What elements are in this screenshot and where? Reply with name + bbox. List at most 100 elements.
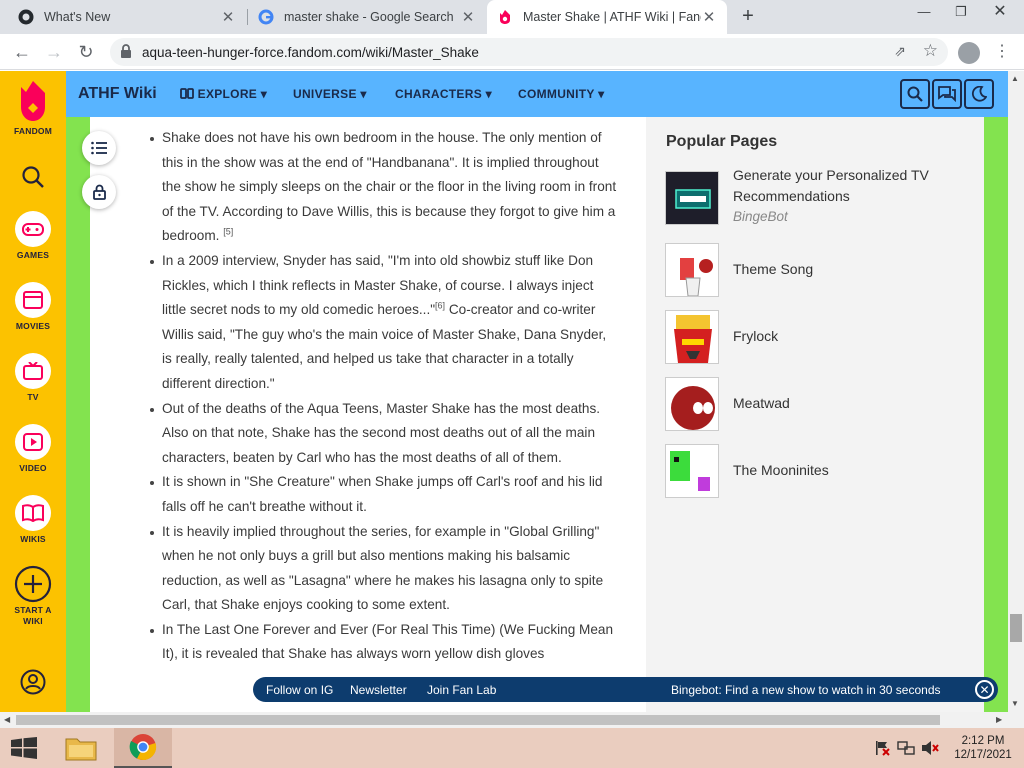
bingebot-promo-link[interactable]: Bingebot: Find a new show to watch in 30… [671,683,941,697]
trivia-item: It is shown in "She Creature" when Shake… [150,470,617,519]
fandom-sticky-bar: Follow on IG Newsletter Join Fan Lab Bin… [253,677,998,702]
popular-page-item[interactable]: Theme Song [665,243,965,297]
windows-logo-icon [11,737,37,759]
citation-link[interactable]: [5] [223,227,233,237]
gamepad-icon [22,223,44,236]
theme-toggle-button[interactable] [964,79,994,109]
tab-whats-new[interactable]: What's New ✕ [8,0,246,34]
horizontal-scrollbar[interactable]: ◀ ▶ [0,712,1024,728]
trivia-item: In The Last One Forever and Ever (For Re… [150,618,617,667]
scroll-up-icon[interactable]: ▲ [1011,74,1019,83]
rail-label: MOVIES [15,321,51,331]
new-tab-button[interactable]: + [736,5,760,29]
share-icon[interactable]: ⇗ [894,43,906,60]
vertical-scrollbar[interactable]: ▲ ▼ [1008,71,1024,712]
rail-video[interactable]: VIDEO [0,424,66,473]
bingebot-thumbnail [665,171,719,225]
rail-tv[interactable]: TV [0,353,66,402]
file-explorer-button[interactable] [58,728,104,768]
nav-characters[interactable]: CHARACTERS ▾ [395,87,492,101]
popular-page-item[interactable]: Frylock [665,310,965,364]
lock-icon[interactable] [120,44,132,59]
close-window-icon[interactable]: ✕ [983,0,1017,30]
search-button[interactable] [900,79,930,109]
close-tab-icon[interactable]: ✕ [701,8,717,26]
start-button[interactable] [0,728,48,768]
nav-community[interactable]: COMMUNITY ▾ [518,87,604,101]
page-viewport: FANDOM GAMES MOVIES TV VIDEO WIKIS START… [0,71,1024,712]
rail-wikis[interactable]: WIKIS [0,495,66,544]
volume-muted-icon[interactable] [920,728,940,768]
nav-universe[interactable]: UNIVERSE ▾ [293,87,367,101]
plus-circle-icon [14,565,52,603]
trivia-text: It is shown in "She Creature" when Shake… [162,474,603,514]
address-bar[interactable]: aqua-teen-hunger-force.fandom.com/wiki/M… [110,38,948,66]
trivia-text: In The Last One Forever and Ever (For Re… [162,621,614,662]
rail-label: START A WIKI [14,605,52,626]
follow-on-ig-link[interactable]: Follow on IG [266,683,333,697]
bookmark-star-icon[interactable]: ☆ [923,41,938,61]
nav-explore[interactable]: EXPLORE ▾ [180,87,267,101]
trivia-item: It is heavily implied throughout the ser… [150,520,617,618]
explore-icon [180,88,194,99]
vertical-scroll-thumb[interactable] [1010,614,1022,642]
close-icon[interactable]: ✕ [975,680,994,699]
caret-down-icon: ▾ [598,87,605,101]
back-icon[interactable]: ← [8,38,36,66]
horizontal-scroll-thumb[interactable] [16,715,940,725]
close-tab-icon[interactable]: ✕ [220,8,236,26]
popular-page-item[interactable]: Generate your Personalized TV Recommenda… [665,167,965,225]
rail-fandom[interactable]: FANDOM [0,79,66,136]
play-icon [23,433,43,451]
search-icon [907,86,923,102]
caret-down-icon: ▾ [485,87,492,101]
popular-page-item[interactable]: Meatwad [665,377,965,431]
popular-page-item[interactable]: The Mooninites [665,444,965,498]
discussions-button[interactable] [932,79,962,109]
reload-icon[interactable]: ↻ [72,38,100,66]
restore-icon[interactable]: ❐ [944,0,978,30]
github-icon [18,9,34,25]
browser-menu-icon[interactable]: ⋮ [994,42,1010,62]
chrome-taskbar-button[interactable] [114,728,172,768]
system-clock[interactable]: 2:12 PM 12/17/2021 [944,734,1022,762]
chrome-icon [129,734,157,761]
scroll-left-icon[interactable]: ◀ [4,715,10,724]
rail-account[interactable] [0,669,66,695]
notification-flag-icon[interactable] [872,728,892,768]
scroll-down-icon[interactable]: ▼ [1011,699,1019,708]
rail-movies[interactable]: MOVIES [0,282,66,331]
trivia-item: Out of the deaths of the Aqua Teens, Mas… [150,397,617,471]
rail-label: FANDOM [13,126,53,136]
rail-search[interactable] [0,165,66,189]
rail-start-a-wiki[interactable]: START A WIKI [0,565,66,627]
wiki-name[interactable]: ATHF Wiki [78,85,157,103]
mooninites-thumbnail [665,444,719,498]
tab-google-search[interactable]: master shake - Google Search ✕ [248,0,486,34]
join-fan-lab-link[interactable]: Join Fan Lab [427,683,496,697]
tab-master-shake[interactable]: Master Shake | ATHF Wiki | Fandom ✕ [487,0,727,34]
nav-label: EXPLORE [197,87,258,101]
newsletter-link[interactable]: Newsletter [350,683,407,697]
film-icon [23,291,43,309]
network-icon[interactable] [896,728,916,768]
profile-avatar-icon[interactable] [958,42,980,64]
tv-icon [23,362,43,380]
clock-time: 2:12 PM [961,735,1005,747]
close-tab-icon[interactable]: ✕ [460,8,476,26]
forward-icon[interactable]: → [40,38,68,66]
list-icon [91,141,107,155]
rail-games[interactable]: GAMES [0,211,66,260]
scroll-right-icon[interactable]: ▶ [996,715,1002,724]
discussions-icon [938,86,956,102]
meatwad-thumbnail [665,377,719,431]
table-of-contents-button[interactable] [82,131,116,165]
minimize-icon[interactable]: — [907,0,941,30]
windows-taskbar: 2:12 PM 12/17/2021 [0,728,1024,768]
tab-title: What's New [44,10,111,24]
protection-button[interactable] [82,175,116,209]
citation-link[interactable]: [6] [435,301,445,311]
popular-pages-title: Popular Pages [666,133,778,150]
tab-strip: What's New ✕ master shake - Google Searc… [0,0,1024,34]
nav-label: CHARACTERS [395,87,482,101]
